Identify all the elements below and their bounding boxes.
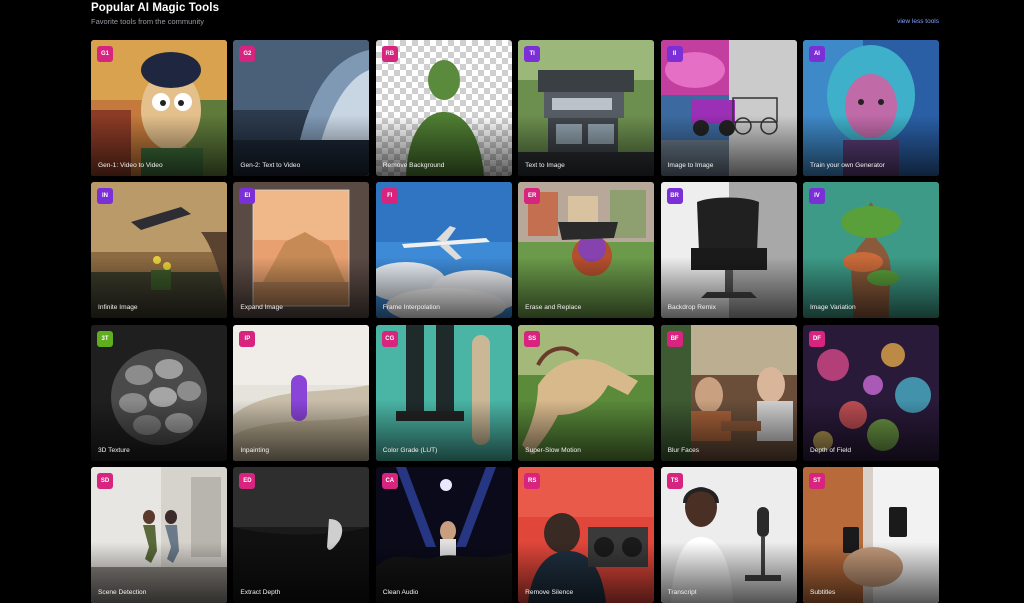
page: Popular AI Magic Tools Favorite tools fr…: [0, 0, 1024, 603]
tool-card[interactable]: G2 Gen-2: Text to Video: [233, 40, 370, 176]
tool-label: Depth of Field: [809, 446, 852, 454]
tool-label: Train your own Generator: [809, 162, 885, 169]
tool-card[interactable]: CG Color Grade (LUT): [375, 324, 512, 461]
tool-badge: SD: [97, 473, 113, 490]
tool-label: Erase and Replace: [525, 304, 582, 312]
tool-badge: II: [666, 46, 683, 62]
tool-card[interactable]: ST Subtitles: [802, 467, 939, 603]
tool-label: 3D Texture: [98, 446, 130, 454]
tool-card[interactable]: CA Clean Audio: [375, 467, 512, 603]
tool-card[interactable]: IP Inpainting: [233, 324, 370, 461]
tool-card[interactable]: TS Transcript: [660, 467, 797, 603]
tool-card[interactable]: ED Extract Depth: [233, 467, 370, 603]
tool-label: Image Variation: [809, 304, 856, 312]
tool-card[interactable]: SS Super-Slow Motion: [518, 324, 655, 461]
tool-label: Remove Silence: [525, 589, 574, 597]
tool-label: Remove Background: [382, 162, 445, 169]
tool-card[interactable]: TI Text to Image: [518, 40, 655, 176]
tool-badge: CG: [381, 330, 398, 347]
tool-badge: BF: [666, 330, 683, 347]
tool-label: Backdrop Remix: [667, 304, 716, 312]
tool-label: Transcript: [667, 589, 697, 597]
tool-label: Color Grade (LUT): [382, 446, 438, 454]
tool-card[interactable]: RB Remove Background: [375, 40, 512, 176]
tool-badge: FI: [381, 188, 398, 205]
tool-label: Blur Faces: [667, 446, 700, 454]
tool-badge: ED: [239, 473, 256, 490]
tool-card[interactable]: SD Scene Detection: [91, 467, 227, 603]
tool-badge: TI: [524, 46, 541, 62]
tool-label: Super-Slow Motion: [525, 446, 581, 454]
tool-badge: G1: [97, 46, 113, 62]
tool-card[interactable]: G1 Gen-1: Video to Video: [91, 40, 227, 176]
section-subtitle: Favorite tools from the community: [91, 17, 204, 26]
tool-badge: EI: [239, 188, 256, 205]
tool-label: Gen-2: Text to Video: [240, 162, 301, 169]
tool-label: Text to Image: [525, 162, 565, 169]
tool-badge: ER: [524, 188, 541, 205]
tool-badge: CA: [381, 473, 398, 490]
tool-label: Clean Audio: [382, 589, 419, 597]
tool-card[interactable]: 3T 3D Texture: [91, 324, 227, 461]
tool-label: Image to Image: [667, 162, 714, 169]
tool-card[interactable]: IN Infinite Image: [91, 182, 227, 319]
tool-badge: IV: [808, 188, 825, 205]
tool-badge: RB: [381, 46, 398, 62]
view-less-tools-link[interactable]: view less tools: [897, 18, 939, 25]
tool-badge: ST: [808, 473, 825, 490]
tool-label: Subtitles: [809, 589, 836, 597]
tool-badge: DF: [808, 330, 825, 347]
tool-badge: BR: [666, 188, 683, 205]
tools-grid: G1 Gen-1: Video to Video G2 Gen-2: Text …: [91, 40, 939, 603]
tool-badge: SS: [524, 330, 541, 347]
tool-label: Expand Image: [240, 304, 283, 312]
tool-label: Extract Depth: [240, 589, 281, 597]
tool-label: Inpainting: [240, 446, 269, 454]
tool-card[interactable]: BR Backdrop Remix: [660, 182, 797, 319]
tool-card[interactable]: DF Depth of Field: [802, 324, 939, 461]
tool-badge: 3T: [97, 330, 113, 347]
tool-badge: IP: [239, 330, 256, 347]
section-title: Popular AI Magic Tools: [91, 2, 220, 14]
tool-label: Gen-1: Video to Video: [98, 162, 163, 169]
tool-label: Scene Detection: [98, 589, 147, 597]
tool-label: Infinite Image: [98, 304, 138, 312]
tool-badge: RS: [524, 473, 541, 490]
tool-card[interactable]: AI Train your own Generator: [802, 40, 939, 176]
tool-badge: G2: [239, 46, 256, 62]
tool-badge: AI: [808, 46, 825, 62]
tool-card[interactable]: BF Blur Faces: [660, 324, 797, 461]
tool-card[interactable]: IV Image Variation: [802, 182, 939, 319]
tool-card[interactable]: EI Expand Image: [233, 182, 370, 319]
section-header: Popular AI Magic Tools Favorite tools fr…: [91, 2, 940, 32]
tool-card[interactable]: II Image to Image: [660, 40, 797, 176]
tool-badge: IN: [97, 188, 113, 205]
tool-card[interactable]: RS Remove Silence: [518, 467, 655, 603]
tool-label: Frame Interpolation: [382, 304, 440, 312]
tool-badge: TS: [666, 473, 683, 490]
tool-card[interactable]: ER Erase and Replace: [518, 182, 655, 319]
tool-card[interactable]: FI Frame Interpolation: [375, 182, 512, 319]
